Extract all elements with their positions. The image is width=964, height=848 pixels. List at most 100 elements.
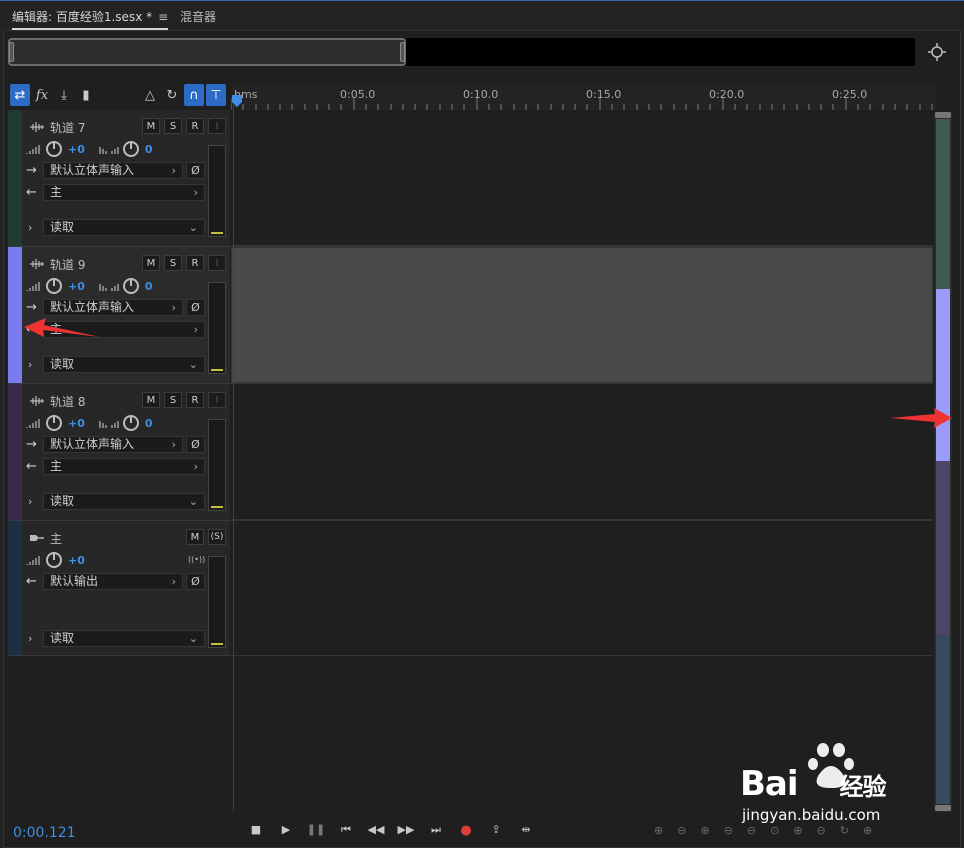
zoom-navigator[interactable] — [8, 38, 915, 66]
automation-mode-select[interactable]: 读取 ⌄ — [43, 219, 205, 236]
solo-button[interactable]: S — [164, 255, 182, 271]
zoom-navigator-handle[interactable] — [8, 38, 406, 66]
scroll-segment-track-7[interactable] — [936, 119, 950, 289]
metronome-icon[interactable]: △ — [140, 84, 160, 106]
volume-value[interactable]: +0 — [68, 280, 85, 293]
expand-chevron-icon[interactable]: › — [28, 358, 32, 371]
master-output-select[interactable]: 默认输出 › — [43, 573, 183, 590]
track-lane[interactable] — [231, 110, 933, 247]
input-monitor-button[interactable]: I — [208, 118, 226, 134]
volume-value[interactable]: +0 — [68, 417, 85, 430]
volume-value[interactable]: +0 — [68, 143, 85, 156]
master-bus-icon — [30, 535, 44, 541]
track-input-select[interactable]: 默认立体声输入 › — [43, 162, 183, 179]
track-lane-selected[interactable] — [231, 247, 933, 384]
expand-chevron-icon[interactable]: › — [28, 221, 32, 234]
phase-invert-button[interactable]: Ø — [186, 436, 205, 453]
mute-button[interactable]: M — [142, 392, 160, 408]
pan-value[interactable]: 0 — [145, 417, 153, 430]
hamburger-icon[interactable]: ≡ — [158, 10, 168, 24]
phase-invert-button[interactable]: Ø — [186, 573, 205, 590]
record-arm-button[interactable]: R — [186, 118, 204, 134]
solo-safe-button[interactable]: (S) — [208, 529, 226, 545]
automation-mode-select[interactable]: 读取 ⌄ — [43, 356, 205, 373]
eq-icon[interactable]: ▮ — [76, 84, 96, 106]
zoom-handle-right-grip[interactable] — [400, 42, 405, 62]
tab-mixer[interactable]: 混音器 — [180, 8, 216, 25]
record-arm-button[interactable]: R — [186, 255, 204, 271]
track-name[interactable]: 轨道 7 — [50, 119, 85, 136]
master-lane[interactable] — [231, 521, 933, 656]
scroll-end-cap-top[interactable] — [935, 112, 951, 118]
effects-icon[interactable]: fx — [32, 84, 52, 106]
volume-knob[interactable] — [46, 278, 62, 294]
pan-value[interactable]: 0 — [145, 143, 153, 156]
stereo-channel-icon[interactable]: ((•)) — [188, 555, 205, 564]
pan-knob[interactable] — [122, 278, 139, 294]
track-input-select[interactable]: 默认立体声输入 › — [43, 436, 183, 453]
track-lane[interactable] — [231, 384, 933, 521]
track-header-9[interactable]: 轨道 9 M S R I +0 0 → 默认立体声输入› Ø ← 主› › 读取… — [8, 247, 230, 384]
expand-chevron-icon[interactable]: › — [28, 632, 32, 645]
record-icon[interactable]: ● — [456, 823, 476, 839]
pause-icon[interactable]: ❚❚ — [306, 823, 326, 839]
master-track-header[interactable]: 主 M (S) +0 ((•)) ← 默认输出 › Ø › 读取 ⌄ — [8, 521, 230, 656]
mute-button[interactable]: M — [142, 255, 160, 271]
sends-icon[interactable]: ⤓ — [54, 84, 74, 106]
time-ruler[interactable]: hms 0:05.0 0:10.0 0:15.0 0:20.0 0:25.0 — [231, 84, 935, 110]
zoom-handle-left-grip[interactable] — [9, 42, 14, 62]
pan-knob[interactable] — [122, 415, 139, 431]
pan-knob[interactable] — [122, 141, 139, 157]
rewind-icon[interactable]: ◀◀ — [366, 823, 386, 839]
track-name[interactable]: 主 — [50, 530, 62, 547]
skip-selection-icon[interactable]: ⇹ — [516, 823, 536, 839]
record-arm-button[interactable]: R — [186, 392, 204, 408]
mute-button[interactable]: M — [142, 118, 160, 134]
track-name[interactable]: 轨道 8 — [50, 393, 85, 410]
playhead-line[interactable] — [233, 105, 234, 811]
tab-editor[interactable]: 编辑器: 百度经验1.sesx * ≡ — [12, 8, 169, 30]
automation-mode-select[interactable]: 读取 ⌄ — [43, 630, 205, 647]
expand-chevron-icon[interactable]: › — [28, 495, 32, 508]
inputs-outputs-icon[interactable]: ⇄ — [10, 84, 30, 106]
go-to-end-icon[interactable]: ⏭ — [426, 823, 446, 839]
track-output-select[interactable]: 主› — [43, 184, 205, 201]
zoom-navigator-icon[interactable] — [926, 41, 948, 63]
track-output-select[interactable]: 主› — [43, 458, 205, 475]
solo-button[interactable]: S — [164, 392, 182, 408]
pan-value[interactable]: 0 — [145, 280, 153, 293]
phase-invert-button[interactable]: Ø — [186, 299, 205, 316]
volume-knob[interactable] — [46, 141, 62, 157]
input-monitor-button[interactable]: I — [208, 392, 226, 408]
play-icon[interactable]: ▶ — [276, 823, 296, 839]
zoom-in-amplitude-icon[interactable]: ⊕ — [654, 824, 663, 837]
volume-value[interactable]: +0 — [68, 554, 85, 567]
zoom-out-time-icon[interactable]: ⊖ — [724, 824, 733, 837]
volume-knob[interactable] — [46, 415, 62, 431]
mute-button[interactable]: M — [186, 529, 204, 545]
scroll-segment-track-8[interactable] — [936, 461, 950, 634]
track-input-select[interactable]: 默认立体声输入 › — [43, 299, 183, 316]
volume-knob[interactable] — [46, 552, 62, 568]
zoom-out-amplitude-icon[interactable]: ⊖ — [677, 824, 686, 837]
stop-icon[interactable]: ■ — [246, 823, 266, 839]
scroll-segment-track-9[interactable] — [936, 289, 950, 461]
scroll-segment-master[interactable] — [936, 634, 950, 804]
loop-playback-icon[interactable]: ↻ — [162, 84, 182, 106]
phase-invert-button[interactable]: Ø — [186, 162, 205, 179]
timeline-marker-icon[interactable]: ⊤ — [206, 84, 226, 106]
go-to-start-icon[interactable]: ⏮ — [336, 823, 356, 839]
snap-magnet-icon[interactable]: ∩ — [184, 84, 204, 106]
zoom-in-time-icon[interactable]: ⊕ — [700, 824, 709, 837]
solo-button[interactable]: S — [164, 118, 182, 134]
vertical-scrollbar[interactable] — [934, 112, 952, 812]
automation-mode-select[interactable]: 读取 ⌄ — [43, 493, 205, 510]
track-header-8[interactable]: 轨道 8 M S R I +0 0 → 默认立体声输入 › Ø ← 主 › › 读取… — [8, 384, 230, 521]
track-header-7[interactable]: 轨道 7 M S R I +0 0 → 默认立体声输入 › Ø ← 主 › › 读取… — [8, 110, 230, 247]
input-monitor-button[interactable]: I — [208, 255, 226, 271]
current-time-display[interactable]: 0:00.121 — [13, 825, 76, 841]
fast-forward-icon[interactable]: ▶▶ — [396, 823, 416, 839]
track-name[interactable]: 轨道 9 — [50, 256, 85, 273]
volume-icon — [26, 556, 40, 565]
loop-playback-icon[interactable]: ⇪ — [486, 823, 506, 839]
